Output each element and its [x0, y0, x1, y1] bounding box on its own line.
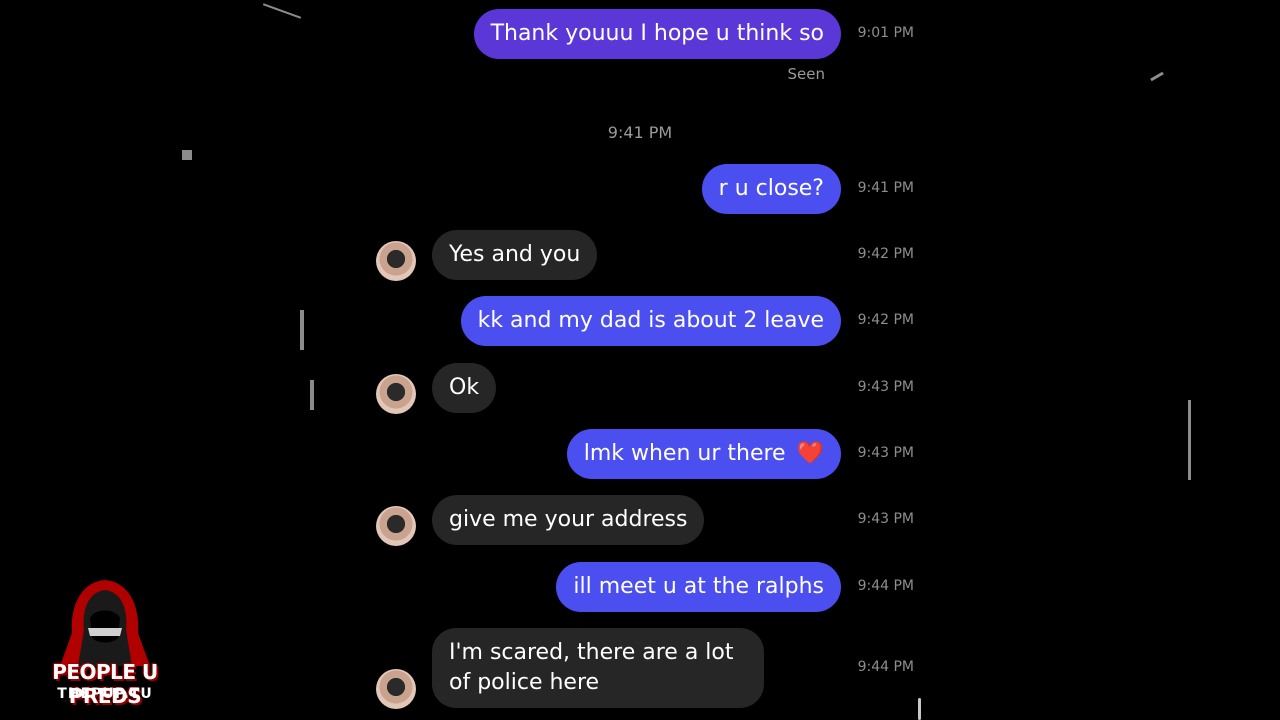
outgoing-message[interactable]: ill meet u at the ralphs	[556, 562, 841, 612]
outgoing-message[interactable]: lmk when ur there ❤️	[566, 429, 841, 479]
background-scratch	[300, 310, 304, 350]
hooded-figure-icon	[60, 580, 150, 666]
incoming-message[interactable]: I'm scared, there are a lot of police he…	[432, 628, 764, 708]
message-timestamp: 9:42 PM	[857, 312, 914, 328]
incoming-message[interactable]: give me your address	[432, 495, 705, 545]
seen-receipt: Seen	[787, 65, 826, 83]
heart-emoji-icon: ❤️	[796, 441, 824, 466]
contact-avatar[interactable]	[376, 241, 416, 281]
time-divider: 9:41 PM	[607, 123, 673, 142]
contact-avatar[interactable]	[376, 374, 416, 414]
incoming-message[interactable]: Yes and you	[432, 230, 598, 280]
message-text: lmk when ur there	[583, 441, 786, 466]
background-scratch	[262, 3, 302, 19]
message-timestamp: 9:43 PM	[857, 379, 914, 395]
logo-subtitle: THEPUP.TU	[57, 686, 153, 702]
message-timestamp: 9:44 PM	[857, 578, 914, 594]
contact-avatar[interactable]	[376, 669, 416, 709]
outgoing-message[interactable]: Thank youuu I hope u think so	[473, 9, 841, 59]
background-scratch	[1150, 71, 1164, 82]
channel-logo: PEOPLE U PREDS THEPUP.TU	[20, 578, 190, 708]
background-scratch	[182, 150, 192, 160]
message-timestamp: 9:01 PM	[857, 25, 914, 41]
background-scratch	[1188, 400, 1191, 480]
contact-avatar[interactable]	[376, 506, 416, 546]
message-timestamp: 9:41 PM	[857, 180, 914, 196]
message-timestamp: 9:43 PM	[857, 511, 914, 527]
outgoing-message[interactable]: kk and my dad is about 2 leave	[460, 296, 841, 346]
chat-thread[interactable]: Thank youuu I hope u think so 9:01 PM Se…	[360, 0, 920, 720]
message-timestamp: 9:42 PM	[857, 246, 914, 262]
message-timestamp: 9:44 PM	[857, 659, 914, 675]
incoming-message[interactable]: Ok	[432, 363, 497, 413]
scrollbar[interactable]	[918, 698, 921, 720]
outgoing-message[interactable]: r u close?	[701, 164, 841, 214]
message-timestamp: 9:43 PM	[857, 445, 914, 461]
background-scratch	[310, 380, 314, 410]
